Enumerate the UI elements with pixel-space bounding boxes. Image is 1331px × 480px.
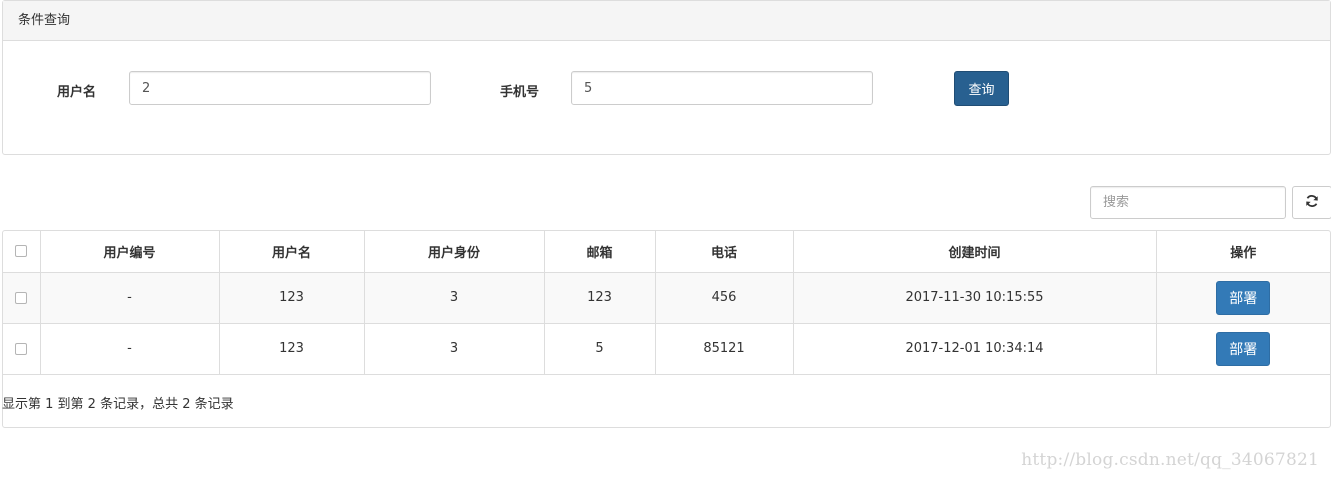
refresh-icon bbox=[1305, 194, 1319, 212]
cell-identity: 3 bbox=[363, 272, 544, 324]
deploy-button[interactable]: 部署 bbox=[1216, 280, 1271, 315]
cell-email: 5 bbox=[543, 323, 655, 375]
cell-created: 2017-12-01 10:34:14 bbox=[792, 323, 1156, 375]
deploy-button[interactable]: 部署 bbox=[1216, 331, 1271, 366]
row-checkbox-cell[interactable] bbox=[3, 272, 40, 324]
select-all-checkbox-cell[interactable] bbox=[3, 231, 40, 273]
cell-phone: 85121 bbox=[654, 323, 793, 375]
cell-user-id: - bbox=[39, 323, 219, 375]
cell-email: 123 bbox=[543, 272, 655, 324]
cell-username: 123 bbox=[218, 323, 364, 375]
col-header-email: 邮箱 bbox=[543, 231, 655, 273]
cell-created: 2017-11-30 10:15:55 bbox=[792, 272, 1156, 324]
row-checkbox[interactable] bbox=[15, 291, 28, 304]
table-row: - 123 3 5 85121 2017-12-01 10:34:14 部署 bbox=[3, 323, 1330, 375]
select-all-checkbox[interactable] bbox=[15, 245, 28, 258]
cell-username: 123 bbox=[218, 272, 364, 324]
row-checkbox[interactable] bbox=[15, 342, 28, 355]
table-header-row: 用户编号 用户名 用户身份 邮箱 电话 创建时间 操作 bbox=[3, 231, 1330, 273]
username-input[interactable] bbox=[129, 71, 431, 105]
col-header-identity: 用户身份 bbox=[363, 231, 544, 273]
cell-identity: 3 bbox=[363, 323, 544, 375]
search-input[interactable] bbox=[1090, 186, 1286, 219]
col-header-username: 用户名 bbox=[218, 231, 364, 273]
col-header-created: 创建时间 bbox=[792, 231, 1156, 273]
cell-phone: 456 bbox=[654, 272, 793, 324]
query-button[interactable]: 查询 bbox=[954, 71, 1009, 106]
col-header-action: 操作 bbox=[1155, 231, 1330, 273]
refresh-button[interactable] bbox=[1292, 186, 1331, 219]
query-panel: 条件查询 用户名 手机号 查询 bbox=[2, 0, 1331, 155]
col-header-user-id: 用户编号 bbox=[39, 231, 219, 273]
username-label: 用户名 bbox=[57, 85, 97, 100]
table-row: - 123 3 123 456 2017-11-30 10:15:55 部署 bbox=[3, 272, 1330, 324]
row-checkbox-cell[interactable] bbox=[3, 323, 40, 375]
col-header-phone: 电话 bbox=[654, 231, 793, 273]
cell-action: 部署 bbox=[1155, 272, 1330, 324]
phone-label: 手机号 bbox=[500, 85, 540, 100]
cell-action: 部署 bbox=[1155, 323, 1330, 375]
phone-input[interactable] bbox=[571, 71, 873, 105]
watermark: http://blog.csdn.net/qq_34067821 bbox=[1021, 450, 1319, 470]
pagination-info: 显示第 1 到第 2 条记录，总共 2 条记录 bbox=[2, 397, 234, 412]
cell-user-id: - bbox=[39, 272, 219, 324]
panel-title: 条件查询 bbox=[3, 1, 1330, 41]
